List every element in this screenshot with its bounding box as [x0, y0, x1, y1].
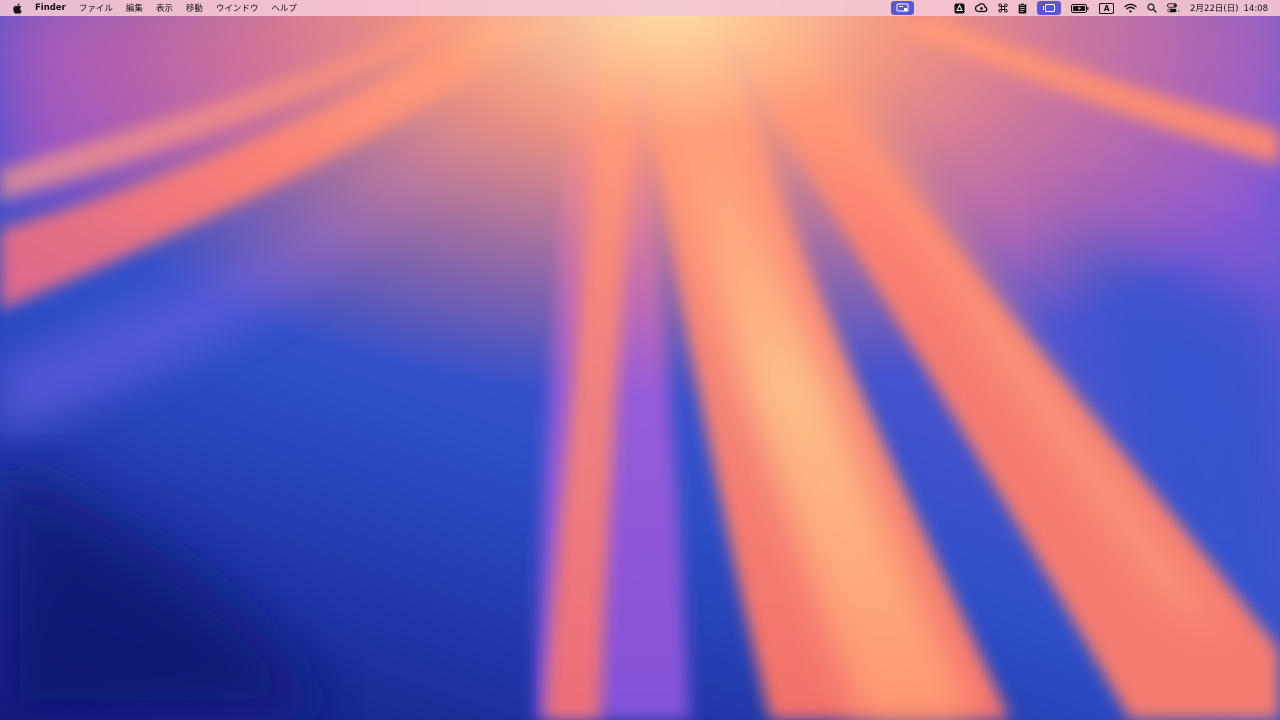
wifi-icon[interactable] — [1124, 1, 1137, 15]
input-source-label: A — [1103, 3, 1110, 13]
battery-icon — [1071, 1, 1089, 15]
menu-bar-date: 2月22日(日) — [1190, 4, 1239, 14]
menu-bar-status-area: A 2月22日(日) 14:08 — [881, 0, 1280, 16]
creative-cloud-icon[interactable] — [975, 1, 988, 15]
clipboard-icon[interactable] — [1018, 1, 1027, 15]
input-source-icon[interactable]: A — [1099, 1, 1115, 15]
menu-app-name[interactable]: Finder — [35, 3, 66, 13]
control-center-icon[interactable] — [1167, 1, 1180, 15]
screen-mirroring-icon[interactable] — [891, 1, 915, 15]
menu-window[interactable]: ウインドウ — [216, 2, 259, 14]
menu-go[interactable]: 移動 — [186, 2, 203, 14]
menu-file[interactable]: ファイル — [79, 2, 113, 14]
menu-edit[interactable]: 編集 — [126, 2, 143, 14]
apple-logo-icon[interactable] — [12, 2, 23, 14]
menu-bar: Finder ファイル 編集 表示 移動 ウインドウ ヘルプ A 2月22日(日… — [0, 0, 1280, 16]
menu-bar-time: 14:08 — [1243, 4, 1269, 14]
desktop[interactable]: Finder ファイル 編集 表示 移動 ウインドウ ヘルプ A 2月22日(日… — [0, 0, 1280, 720]
menu-help[interactable]: ヘルプ — [271, 2, 297, 14]
spotlight-search-icon[interactable] — [1147, 1, 1157, 15]
menu-view[interactable]: 表示 — [156, 2, 173, 14]
menu-bar-left: Finder ファイル 編集 表示 移動 ウインドウ ヘルプ — [0, 0, 310, 16]
drive-icon[interactable] — [954, 1, 965, 15]
menu-bar-clock[interactable]: 2月22日(日) 14:08 — [1190, 2, 1268, 14]
stage-manager-icon[interactable] — [1037, 1, 1062, 15]
desktop-wallpaper — [0, 0, 1280, 720]
command-key-icon[interactable] — [998, 1, 1008, 15]
